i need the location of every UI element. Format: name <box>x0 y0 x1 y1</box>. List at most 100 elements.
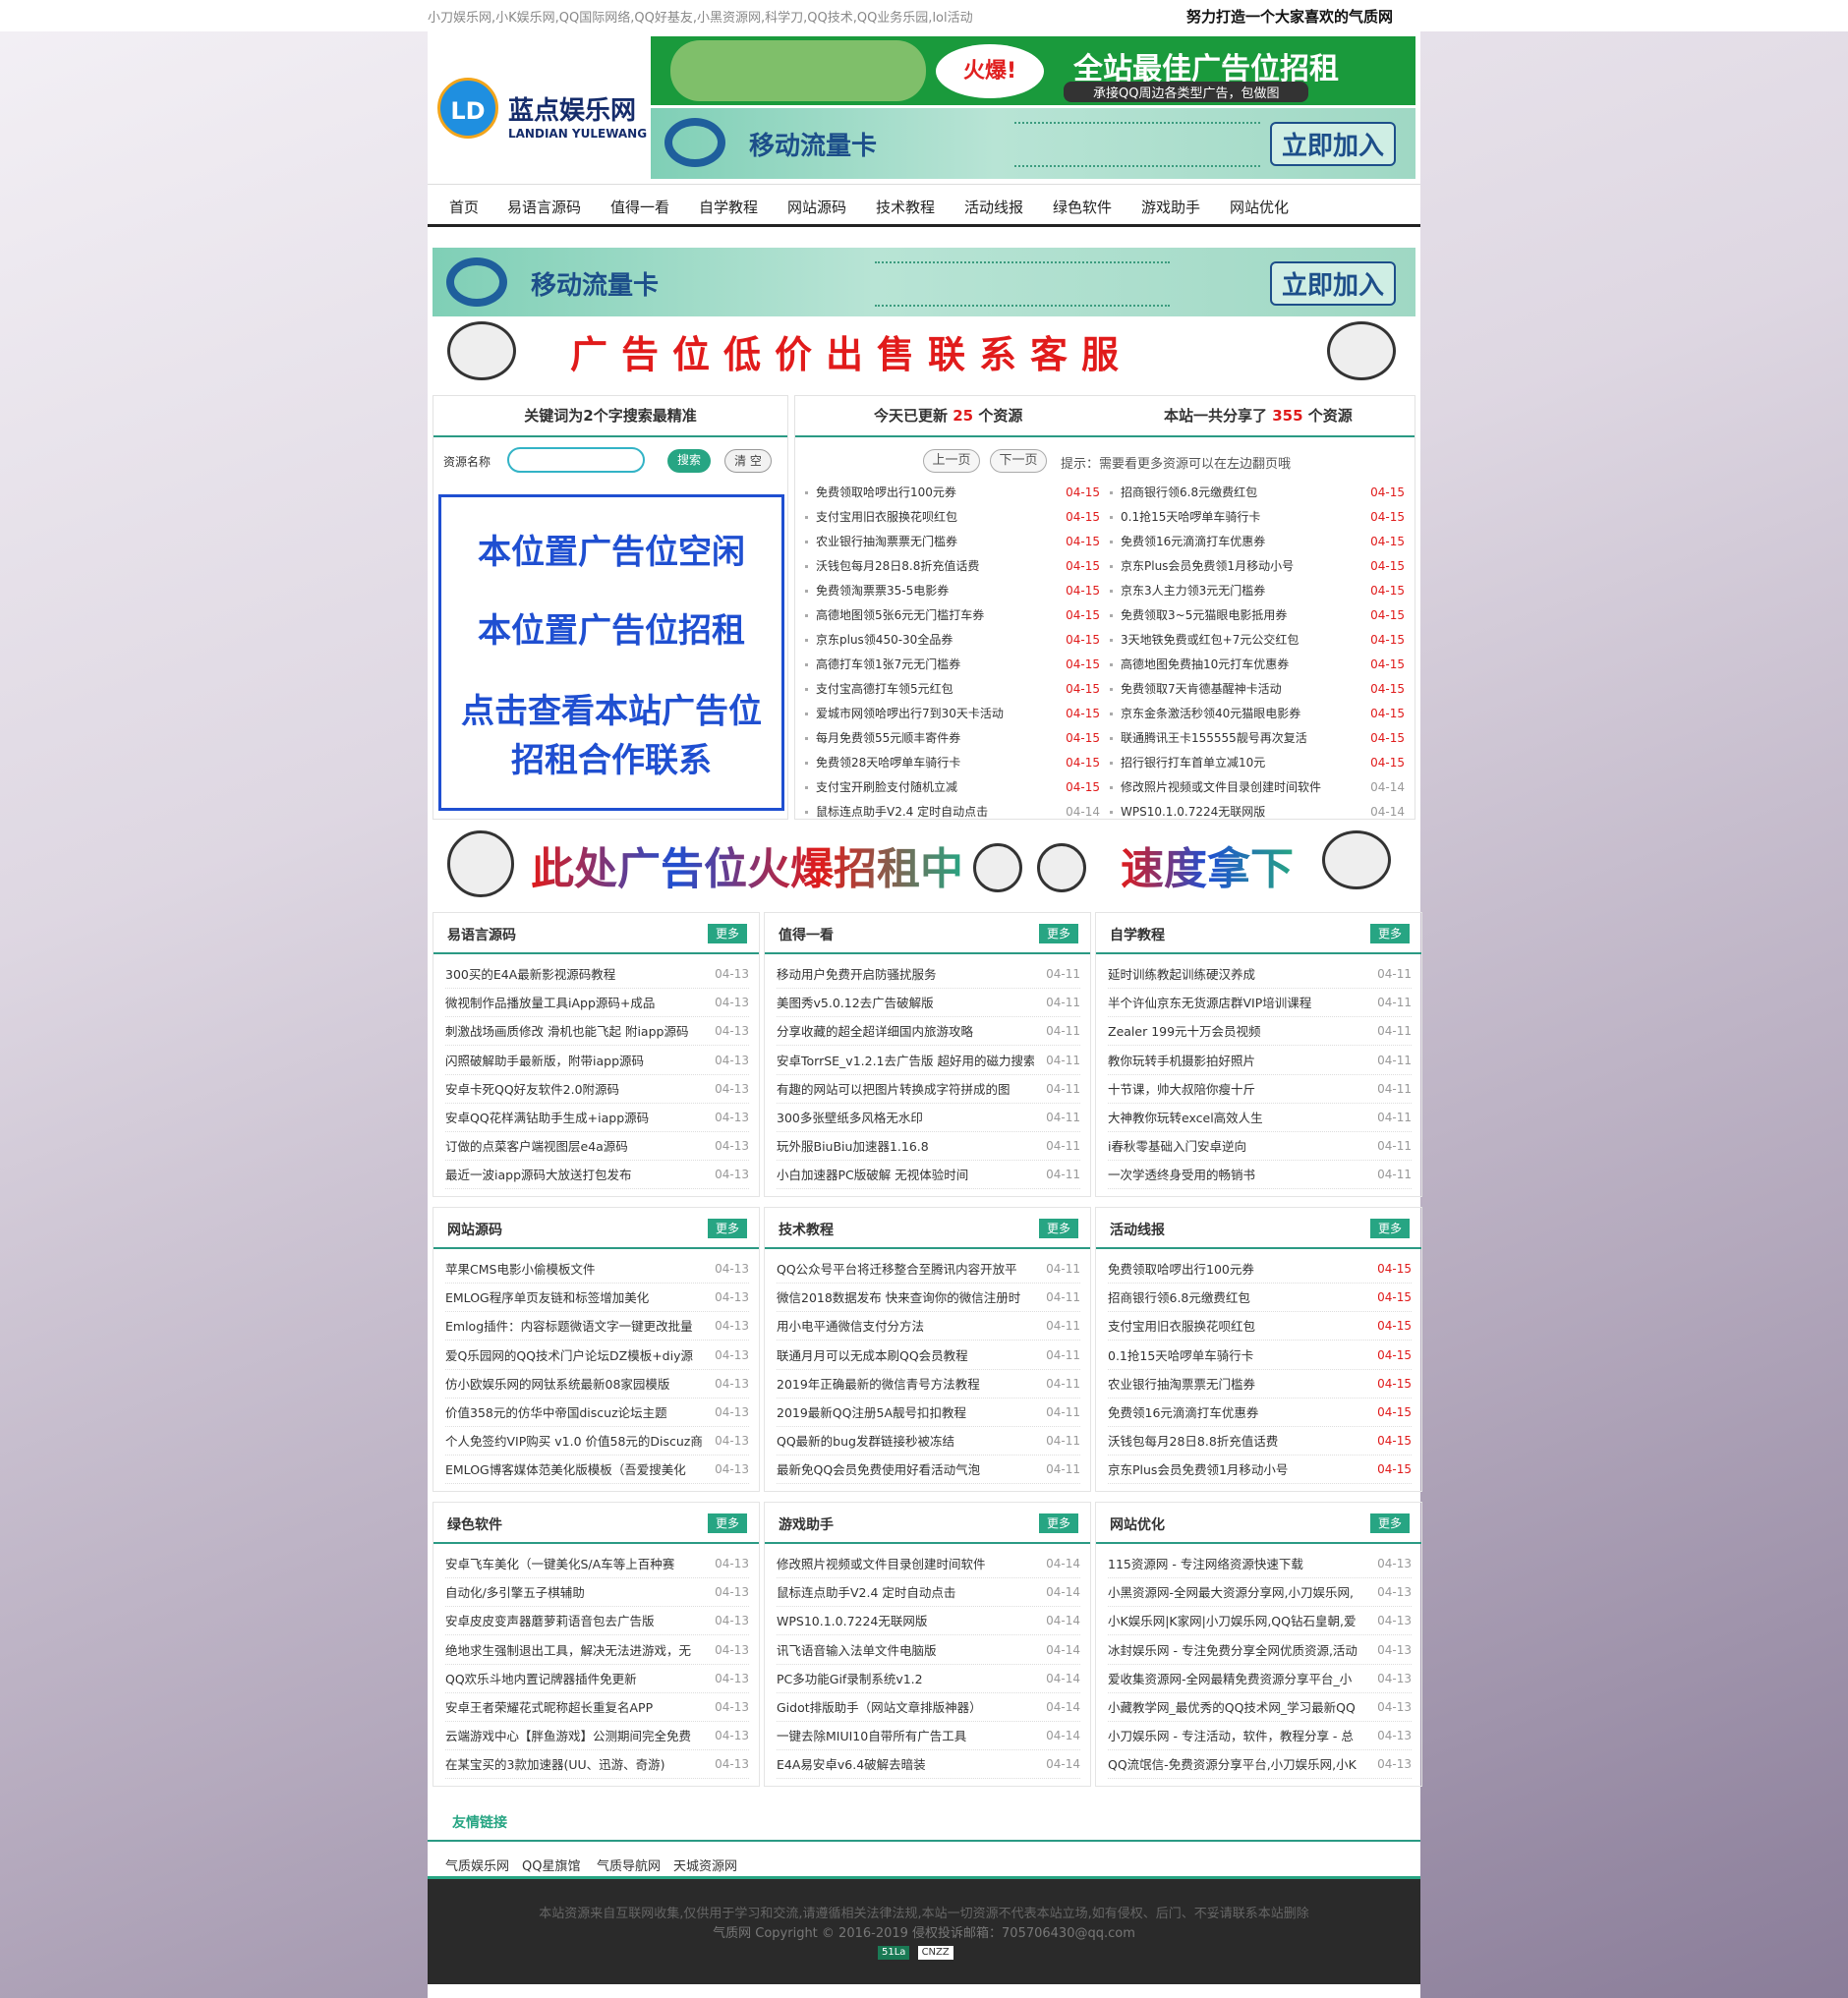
category-title[interactable]: 易语言源码 <box>447 925 516 944</box>
update-item[interactable]: 联通腾讯王卡155555靓号再次复活 04-15 <box>1110 726 1405 751</box>
category-item[interactable]: 教你玩转手机摄影拍好照片 04-11 <box>1108 1047 1412 1075</box>
category-item[interactable]: 玩外服BiuBiu加速器1.16.8 04-11 <box>777 1132 1080 1162</box>
badge-cnzz[interactable]: CNZZ <box>917 1946 953 1960</box>
category-item[interactable]: 半个许仙京东无货源店群VIP培训课程 04-11 <box>1108 989 1412 1018</box>
update-item[interactable]: 免费领淘票票35-5电影券 04-15 <box>805 579 1100 603</box>
update-item[interactable]: 免费领取7天肯德基醒神卡活动 04-15 <box>1110 677 1405 702</box>
category-item[interactable]: 十节课，帅大叔陪你瘦十斤 04-11 <box>1108 1075 1412 1104</box>
update-item[interactable]: 每月免费领55元顺丰寄件券 04-15 <box>805 726 1100 751</box>
category-item[interactable]: 闪照破解助手最新版，附带iapp源码 04-13 <box>445 1047 749 1075</box>
category-item[interactable]: 微视制作品播放量工具iApp源码+成品 04-13 <box>445 989 749 1018</box>
update-item[interactable]: WPS10.1.0.7224无联网版 04-14 <box>1110 800 1405 825</box>
category-item[interactable]: WPS10.1.0.7224无联网版 04-14 <box>777 1607 1080 1636</box>
badge-51la[interactable]: 51La <box>878 1946 910 1960</box>
category-item[interactable]: 爱收集资源网-全网最精免费资源分享平台_小 04-13 <box>1108 1665 1412 1693</box>
category-item[interactable]: 刺激战场画质修改 滑机也能飞起 附iapp源码 04-13 <box>445 1017 749 1047</box>
category-item[interactable]: 大神教你玩转excel高效人生 04-11 <box>1108 1104 1412 1132</box>
category-item[interactable]: 招商银行领6.8元缴费红包 04-15 <box>1108 1284 1412 1313</box>
category-item[interactable]: 免费领16元滴滴打车优惠券 04-15 <box>1108 1399 1412 1427</box>
category-item[interactable]: 小刀娱乐网 - 专注活动，软件，教程分享 - 总 04-13 <box>1108 1722 1412 1751</box>
category-item[interactable]: i春秋零基础入门安卓逆向 04-11 <box>1108 1132 1412 1162</box>
friend-link[interactable]: QQ星旗馆 <box>522 1855 580 1874</box>
category-item[interactable]: 0.1抢15天哈啰单车骑行卡 04-15 <box>1108 1342 1412 1370</box>
update-item[interactable]: 爱城市网领哈啰出行7到30天卡活动 04-15 <box>805 702 1100 726</box>
site-logo[interactable]: LD 蓝点娱乐网 LANDIAN YULEWANG <box>437 53 654 151</box>
category-title[interactable]: 游戏助手 <box>779 1514 834 1534</box>
banner-join-button[interactable]: 立即加入 <box>1269 122 1396 166</box>
update-item[interactable]: 招商银行领6.8元缴费红包 04-15 <box>1110 481 1405 505</box>
friend-link[interactable]: 气质导航网 <box>597 1855 661 1874</box>
update-item[interactable]: 京东plus领450-30全品券 04-15 <box>805 628 1100 653</box>
category-item[interactable]: 2019最新QQ注册5A靓号扣扣教程 04-11 <box>777 1399 1080 1427</box>
category-item[interactable]: 小白加速器PC版破解 无视体验时间 04-11 <box>777 1161 1080 1190</box>
category-item[interactable]: QQ公众号平台将迁移整合至腾讯内容开放平 04-11 <box>777 1255 1080 1284</box>
update-item[interactable]: 免费领取3~5元猫眼电影抵用券 04-15 <box>1110 603 1405 628</box>
update-item[interactable]: 京东3人主力领3元无门槛券 04-15 <box>1110 579 1405 603</box>
category-item[interactable]: 联通月月可以无成本刷QQ会员教程 04-11 <box>777 1342 1080 1370</box>
banner-join-button[interactable]: 立即加入 <box>1269 261 1396 306</box>
category-item[interactable]: 订做的点菜客户端视图层e4a源码 04-13 <box>445 1132 749 1162</box>
next-page-button[interactable]: 下一页 <box>990 449 1047 473</box>
category-title[interactable]: 网站源码 <box>447 1220 502 1239</box>
category-item[interactable]: 京东Plus会员免费领1月移动小号 04-15 <box>1108 1456 1412 1485</box>
category-item[interactable]: 小藏教学网_最优秀的QQ技术网_学习最新QQ 04-13 <box>1108 1693 1412 1722</box>
category-item[interactable]: 300买的E4A最新影视源码教程 04-13 <box>445 960 749 989</box>
update-item[interactable]: 鼠标连点助手V2.4 定时自动点击 04-14 <box>805 800 1100 825</box>
category-item[interactable]: EMLOG程序单页友链和标签增加美化 04-13 <box>445 1284 749 1313</box>
nav-item-site-source[interactable]: 网站源码 <box>787 197 846 217</box>
category-item[interactable]: E4A易安卓v6.4破解去暗装 04-14 <box>777 1750 1080 1780</box>
category-item[interactable]: 安卓皮皮变声器蘑萝莉语音包去广告版 04-13 <box>445 1607 749 1636</box>
category-item[interactable]: EMLOG博客媒体范美化版模板（吾爱搜美化 04-13 <box>445 1456 749 1485</box>
category-item[interactable]: 最新免QQ会员免费使用好看活动气泡 04-11 <box>777 1456 1080 1485</box>
category-item[interactable]: 讯飞语音输入法单文件电脑版 04-14 <box>777 1636 1080 1665</box>
update-item[interactable]: 招行银行打车首单立减10元 04-15 <box>1110 751 1405 775</box>
category-item[interactable]: 沃钱包每月28日8.8折充值话费 04-15 <box>1108 1427 1412 1456</box>
update-item[interactable]: 京东金条激活秒领40元猫眼电影券 04-15 <box>1110 702 1405 726</box>
category-item[interactable]: 爱Q乐园网的QQ技术门户论坛DZ模板+diy源 04-13 <box>445 1342 749 1370</box>
category-title[interactable]: 绿色软件 <box>447 1514 502 1534</box>
category-item[interactable]: 115资源网 - 专注网络资源快速下载 04-13 <box>1108 1550 1412 1578</box>
category-item[interactable]: Zealer 199元十万会员视频 04-11 <box>1108 1017 1412 1047</box>
category-item[interactable]: 最近一波iapp源码大放送打包发布 04-13 <box>445 1161 749 1190</box>
category-item[interactable]: 支付宝用旧衣服换花呗红包 04-15 <box>1108 1312 1412 1342</box>
clear-button[interactable]: 清 空 <box>724 449 772 473</box>
nav-item-tech[interactable]: 技术教程 <box>876 197 935 217</box>
category-item[interactable]: 仿小欧娱乐网的网钛系统最新08家园模版 04-13 <box>445 1370 749 1399</box>
category-item[interactable]: 2019年正确最新的微信青号方法教程 04-11 <box>777 1370 1080 1399</box>
nav-item-software[interactable]: 绿色软件 <box>1053 197 1112 217</box>
nav-item-seo[interactable]: 网站优化 <box>1230 197 1289 217</box>
friend-link[interactable]: 气质娱乐网 <box>445 1855 509 1874</box>
category-item[interactable]: QQ流氓信-免费资源分享平台,小刀娱乐网,小K 04-13 <box>1108 1750 1412 1780</box>
category-item[interactable]: 分享收藏的超全超详细国内旅游攻略 04-11 <box>777 1017 1080 1047</box>
category-item[interactable]: 移动用户免费开启防骚扰服务 04-11 <box>777 960 1080 989</box>
update-item[interactable]: 沃钱包每月28日8.8折充值话费 04-15 <box>805 554 1100 579</box>
ad-slot-box[interactable]: 本位置广告位空闲 本位置广告位招租 点击查看本站广告位 招租合作联系 <box>438 494 784 811</box>
category-item[interactable]: 在某宝买的3款加速器(UU、迅游、奇游) 04-13 <box>445 1750 749 1780</box>
category-item[interactable]: 苹果CMS电影小偷模板文件 04-13 <box>445 1255 749 1284</box>
category-item[interactable]: 自动化/多引擎五子棋辅助 04-13 <box>445 1578 749 1608</box>
category-item[interactable]: 300多张壁纸多风格无水印 04-11 <box>777 1104 1080 1132</box>
update-item[interactable]: 支付宝开刷脸支付随机立减 04-15 <box>805 775 1100 800</box>
update-item[interactable]: 高德地图免费抽10元打车优惠券 04-15 <box>1110 653 1405 677</box>
banner-cheap-ad[interactable]: 广告位低价出售联系客服 <box>433 316 1415 385</box>
category-item[interactable]: 一键去除MIUI10自带所有广告工具 04-14 <box>777 1722 1080 1751</box>
update-item[interactable]: 免费领取哈啰出行100元券 04-15 <box>805 481 1100 505</box>
more-button[interactable]: 更多 <box>1039 1219 1078 1238</box>
category-item[interactable]: Gidot排版助手（网站文章排版神器） 04-14 <box>777 1693 1080 1722</box>
more-button[interactable]: 更多 <box>1039 924 1078 943</box>
more-button[interactable]: 更多 <box>1370 924 1410 943</box>
category-item[interactable]: 免费领取哈啰出行100元券 04-15 <box>1108 1255 1412 1284</box>
friend-link[interactable]: 天城资源网 <box>673 1855 737 1874</box>
nav-item-game[interactable]: 游戏助手 <box>1141 197 1200 217</box>
category-item[interactable]: 用小电平通微信支付分方法 04-11 <box>777 1312 1080 1342</box>
category-item[interactable]: 云端游戏中心【胖鱼游戏】公测期间完全免费 04-13 <box>445 1722 749 1751</box>
category-item[interactable]: 价值358元的仿华中帝国discuz论坛主题 04-13 <box>445 1399 749 1427</box>
category-item[interactable]: 农业银行抽淘票票无门槛券 04-15 <box>1108 1370 1412 1399</box>
category-item[interactable]: 安卓卡死QQ好友软件2.0附源码 04-13 <box>445 1075 749 1104</box>
nav-item-eyuyan[interactable]: 易语言源码 <box>507 197 581 217</box>
category-item[interactable]: QQ欢乐斗地内置记牌器插件免更新 04-13 <box>445 1665 749 1693</box>
more-button[interactable]: 更多 <box>1039 1513 1078 1533</box>
category-item[interactable]: 绝地求生强制退出工具，解决无法进游戏，无 04-13 <box>445 1636 749 1665</box>
update-item[interactable]: 3天地铁免费或红包+7元公交红包 04-15 <box>1110 628 1405 653</box>
category-item[interactable]: 美图秀v5.0.12去广告破解版 04-11 <box>777 989 1080 1018</box>
